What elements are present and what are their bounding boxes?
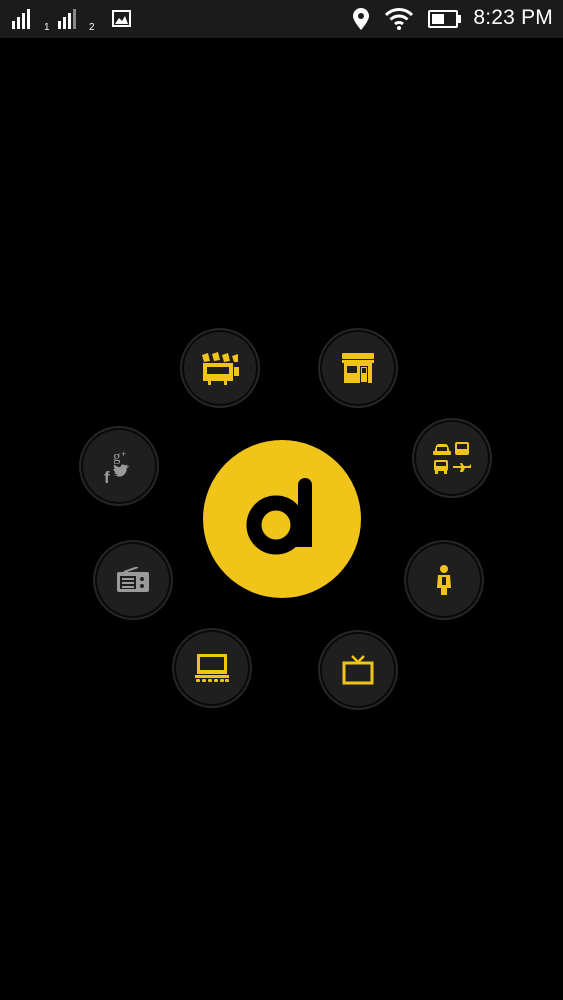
movies-button[interactable] — [184, 332, 256, 404]
gallery-icon — [112, 10, 131, 32]
status-bar: 1 2 8:23 PM — [0, 0, 563, 38]
svg-text:+: + — [121, 449, 126, 459]
app-logo-button[interactable] — [203, 440, 361, 598]
svg-text:g: g — [113, 449, 121, 465]
social-button[interactable]: g + f — [83, 430, 155, 502]
clapperboard-icon — [202, 352, 239, 385]
radio-button[interactable] — [97, 544, 169, 616]
transport-button[interactable] — [416, 422, 488, 494]
app-logo-d-icon — [246, 478, 312, 555]
location-icon — [353, 8, 369, 35]
status-time: 8:23 PM — [473, 6, 553, 29]
shop-button[interactable] — [322, 332, 394, 404]
storefront-icon — [342, 353, 374, 383]
theater-screen-icon — [195, 654, 229, 682]
radial-menu: g + f — [0, 38, 563, 1000]
person-icon — [437, 565, 451, 595]
sim2-label: 2 — [89, 22, 95, 33]
signal-icon — [58, 9, 84, 34]
wifi-icon — [384, 7, 414, 36]
person-button[interactable] — [408, 544, 480, 616]
theater-button[interactable] — [176, 632, 248, 704]
tv-icon — [342, 655, 374, 685]
radio-icon — [117, 567, 149, 592]
transport-icon — [433, 442, 471, 474]
battery-icon — [428, 10, 462, 33]
svg-text:f: f — [104, 468, 110, 486]
signal-icon — [12, 9, 38, 34]
sim1-label: 1 — [44, 22, 50, 33]
social-media-icon: g + f — [104, 449, 130, 486]
tv-button[interactable] — [322, 634, 394, 706]
